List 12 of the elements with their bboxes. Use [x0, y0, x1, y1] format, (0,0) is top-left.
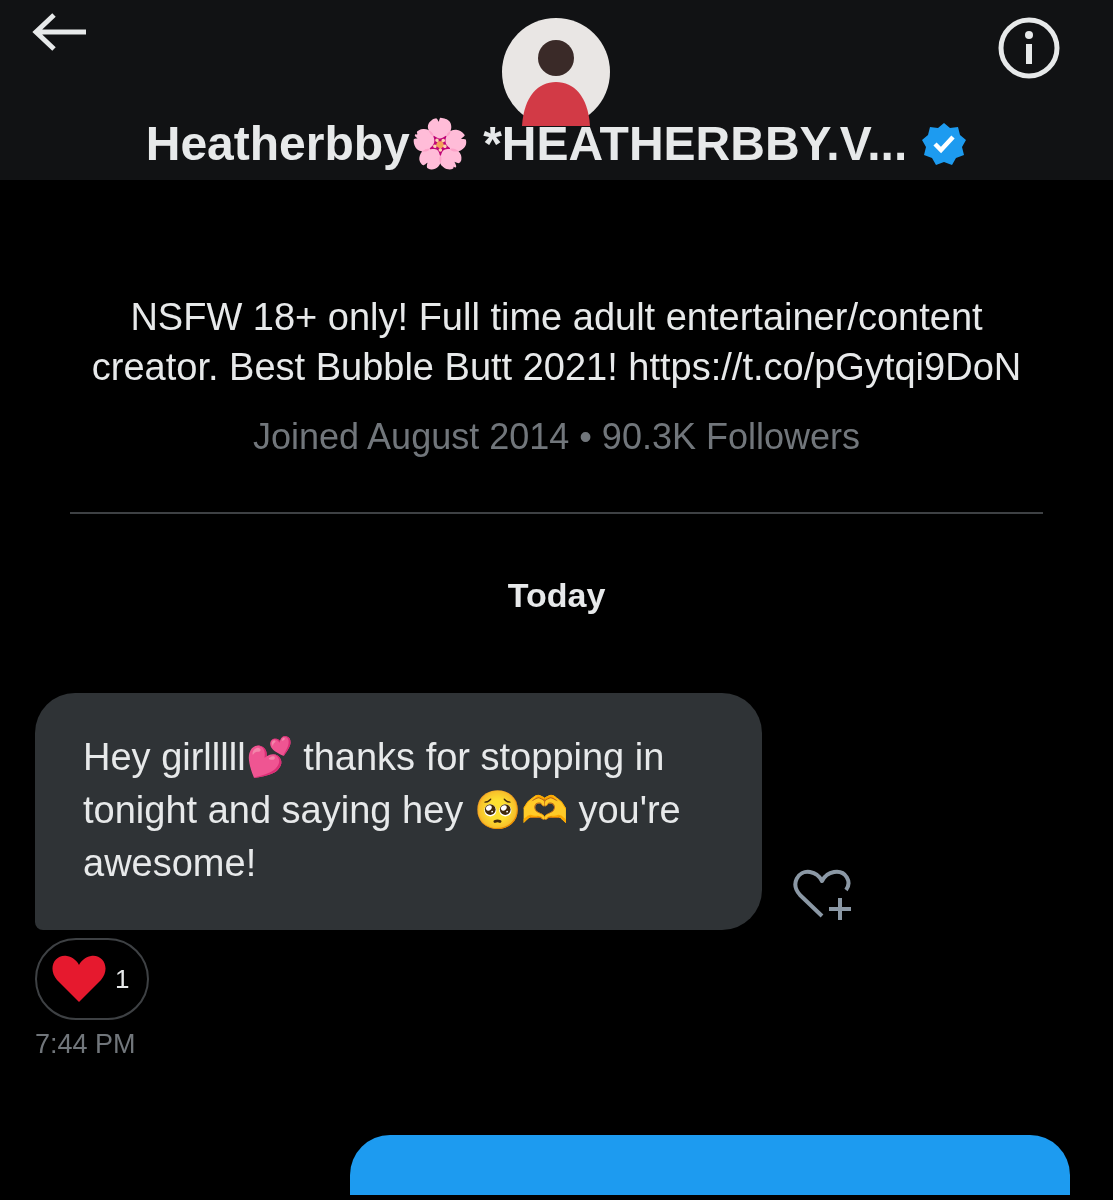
- reaction-pill[interactable]: 1: [35, 938, 150, 1020]
- day-label: Today: [507, 575, 606, 616]
- back-arrow-icon[interactable]: [32, 12, 88, 52]
- message-bubble: Hey girlllll💕 thanks for stopping in tonight and saying hey 🥺🫶 you're awesome!: [35, 693, 762, 930]
- message-time: 7:44 PM: [35, 1028, 136, 1061]
- profile-bio: NSFW 18+ only! Full time adult entertainer/content creator. Best Bubble Butt 2021! https://t.co/pGytqi9DoN: [90, 295, 1023, 390]
- info-icon[interactable]: [997, 16, 1061, 80]
- heart-icon: [51, 954, 107, 1004]
- heart-plus-icon[interactable]: [792, 868, 854, 922]
- avatar[interactable]: [502, 18, 610, 126]
- profile-meta: Joined August 2014 • 90.3K Followers: [253, 415, 860, 459]
- conversation-title: Heatherbby🌸 *HEATHERBBY.V...: [145, 116, 908, 172]
